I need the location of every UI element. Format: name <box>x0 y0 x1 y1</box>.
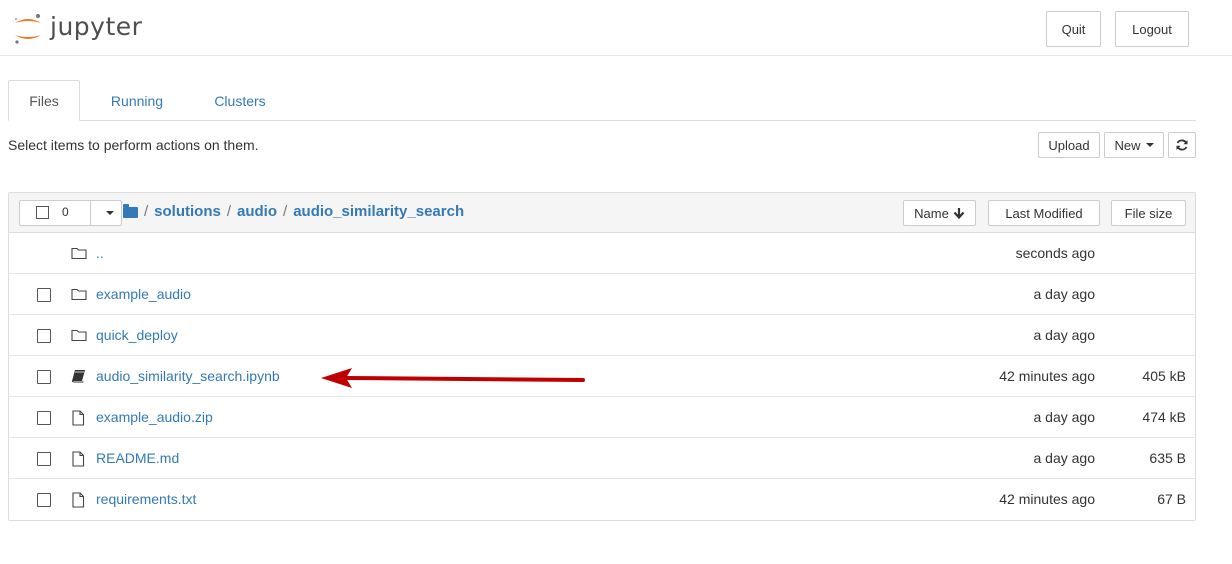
tab-files[interactable]: Files <box>8 80 80 121</box>
arrow-down-icon <box>953 208 965 219</box>
row-checkbox[interactable] <box>37 370 51 384</box>
breadcrumb-item[interactable]: audio_similarity_search <box>293 203 464 220</box>
breadcrumb-item[interactable]: audio <box>237 203 277 220</box>
file-icon <box>72 451 85 467</box>
row-checkbox[interactable] <box>37 452 51 466</box>
last-modified-value: 42 minutes ago <box>999 491 1095 507</box>
refresh-icon <box>1176 139 1188 151</box>
annotation-arrow <box>321 368 585 388</box>
file-row[interactable]: README.md a day ago 635 B <box>9 438 1195 479</box>
last-modified-value: a day ago <box>1033 450 1096 466</box>
file-icon <box>72 492 85 508</box>
selection-dropdown-icon[interactable] <box>106 211 114 215</box>
file-size-value: 67 B <box>1157 491 1186 507</box>
file-row[interactable]: example_audio.zip a day ago 474 kB <box>9 397 1195 438</box>
file-icon <box>72 410 85 426</box>
file-row[interactable]: quick_deploy a day ago <box>9 315 1195 356</box>
app-name: jupyter <box>50 11 143 41</box>
file-row[interactable]: .. seconds ago <box>9 233 1195 274</box>
notebook-icon <box>71 370 85 383</box>
file-size-value: 405 kB <box>1142 368 1186 384</box>
caret-down-icon <box>1145 143 1154 147</box>
upload-button[interactable]: Upload <box>1038 132 1100 158</box>
folder-icon <box>71 288 87 301</box>
file-name-link[interactable]: example_audio.zip <box>96 409 213 425</box>
logout-button[interactable]: Logout <box>1115 11 1189 47</box>
header: jupyter Quit Logout <box>0 0 1232 56</box>
file-size-value: 635 B <box>1149 450 1186 466</box>
breadcrumb-separator: / <box>283 203 288 220</box>
file-name-link[interactable]: requirements.txt <box>96 491 196 507</box>
sort-by-last-modified-button[interactable]: Last Modified <box>988 200 1100 226</box>
breadcrumb-item[interactable]: solutions <box>154 203 221 220</box>
breadcrumb: / solutions / audio / audio_similarity_s… <box>123 203 464 220</box>
sort-by-file-size-button[interactable]: File size <box>1111 200 1186 226</box>
row-checkbox[interactable] <box>37 329 51 343</box>
tab-bar: Files Running Clusters <box>8 80 1196 121</box>
file-row[interactable]: audio_similarity_search.ipynb 42 minutes … <box>9 356 1195 397</box>
sort-name-label: Name <box>914 205 949 221</box>
folder-icon <box>71 329 87 342</box>
sort-by-name-button[interactable]: Name <box>903 200 976 226</box>
row-checkbox[interactable] <box>37 493 51 507</box>
refresh-button[interactable] <box>1168 132 1196 158</box>
last-modified-value: a day ago <box>1033 327 1096 343</box>
last-modified-value: 42 minutes ago <box>999 368 1095 384</box>
breadcrumb-separator: / <box>226 203 232 220</box>
select-all-group[interactable]: 0 <box>19 200 122 226</box>
select-all-checkbox[interactable] <box>36 206 49 219</box>
file-name-link[interactable]: quick_deploy <box>96 327 178 343</box>
jupyter-logo[interactable]: jupyter <box>12 11 142 47</box>
tab-running[interactable]: Running <box>90 80 184 121</box>
last-modified-value: seconds ago <box>1015 245 1095 261</box>
file-name-link[interactable]: .. <box>96 245 104 261</box>
tab-clusters[interactable]: Clusters <box>196 80 284 121</box>
file-row[interactable]: requirements.txt 42 minutes ago 67 B <box>9 479 1195 520</box>
selected-count: 0 <box>62 205 69 219</box>
row-checkbox[interactable] <box>37 411 51 425</box>
last-modified-value: a day ago <box>1033 286 1096 302</box>
file-name-link[interactable]: README.md <box>96 450 179 466</box>
jupyter-logo-icon <box>15 14 41 44</box>
file-list: 0 / solutions / audio / audio_similarity… <box>8 192 1196 521</box>
instructions-text: Select items to perform actions on them. <box>8 137 259 153</box>
file-size-value: 474 kB <box>1142 409 1186 425</box>
file-row[interactable]: example_audio a day ago <box>9 274 1195 315</box>
new-dropdown-button[interactable]: New <box>1104 132 1164 158</box>
file-name-link[interactable]: audio_similarity_search.ipynb <box>96 368 280 384</box>
select-all-toggle[interactable]: 0 <box>20 201 91 225</box>
file-name-link[interactable]: example_audio <box>96 286 191 302</box>
last-modified-value: a day ago <box>1033 409 1096 425</box>
new-button-label: New <box>1114 137 1141 153</box>
quit-button[interactable]: Quit <box>1046 11 1101 47</box>
file-list-header: 0 / solutions / audio / audio_similarity… <box>9 193 1195 233</box>
row-checkbox[interactable] <box>37 288 51 302</box>
home-folder-icon[interactable] <box>123 203 138 218</box>
folder-icon <box>71 247 87 260</box>
breadcrumb-separator: / <box>144 203 149 220</box>
